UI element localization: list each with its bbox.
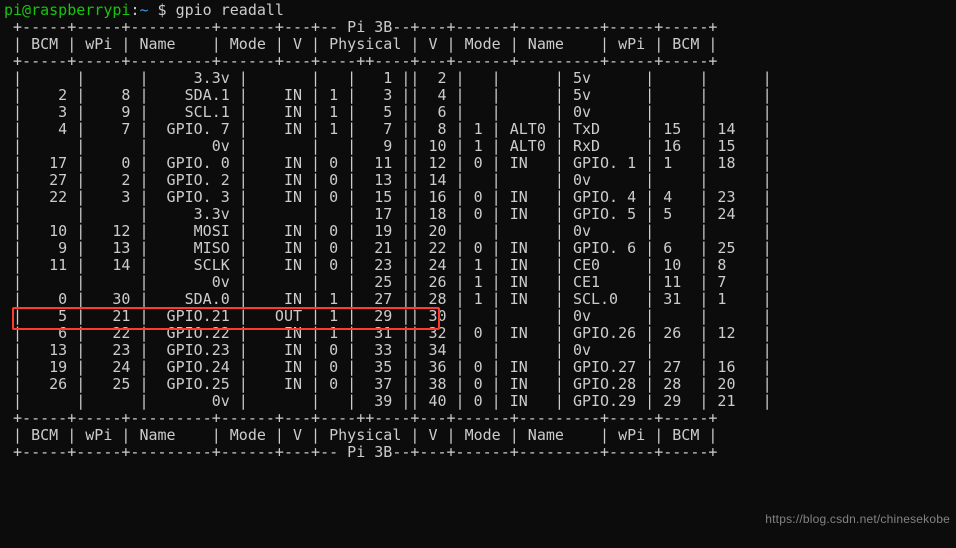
command-text: gpio readall bbox=[176, 1, 284, 19]
prompt-user: pi@raspberrypi bbox=[4, 1, 130, 19]
prompt-path: ~ bbox=[139, 1, 148, 19]
watermark-text: https://blog.csdn.net/chinesekobe bbox=[765, 512, 950, 526]
terminal-output: pi@raspberrypi:~ $ gpio readall +-----+-… bbox=[0, 0, 956, 461]
